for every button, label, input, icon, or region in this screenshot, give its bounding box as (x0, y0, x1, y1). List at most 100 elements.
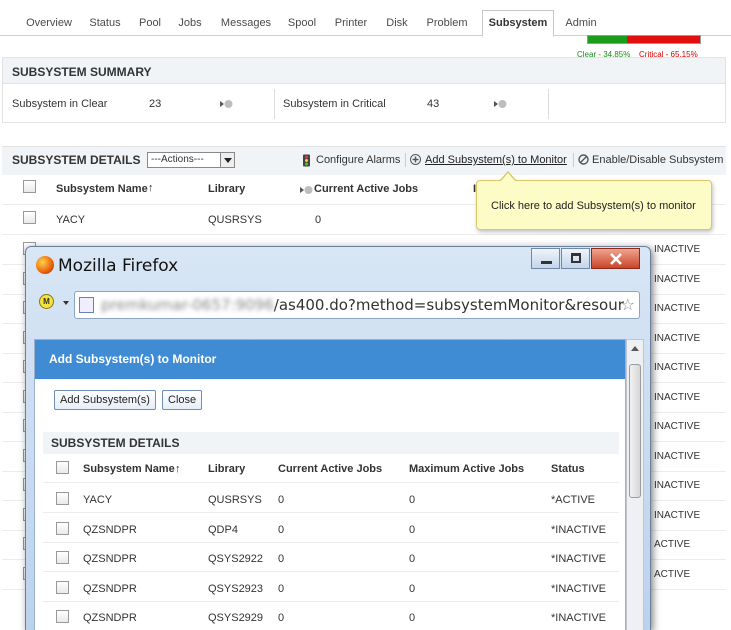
tab-disk[interactable]: Disk (383, 11, 411, 36)
select-all-checkbox[interactable] (23, 180, 36, 193)
row-checkbox[interactable] (56, 580, 69, 594)
tab-printer[interactable]: Printer (331, 11, 371, 36)
col-subsystem-name[interactable]: Subsystem Name (83, 463, 175, 475)
cell-status: INACTIVE (654, 391, 701, 403)
maximize-button[interactable] (561, 248, 590, 269)
table-row[interactable]: QZSNDPR QSYS2922 0 0 *INACTIVE (43, 543, 619, 572)
divider (548, 89, 549, 119)
critical-percent: Critical - 65.15% (639, 50, 698, 59)
enable-disable-link[interactable]: Enable/Disable Subsystem (592, 154, 723, 166)
firefox-logo (36, 256, 54, 274)
col-maximum-active-jobs[interactable]: Maximum Active Jobs (409, 463, 524, 475)
cell-status: INACTIVE (654, 450, 701, 462)
cell-current-jobs: 0 (315, 214, 322, 226)
details-title: SUBSYSTEM DETAILS (12, 153, 141, 167)
row-checkbox[interactable] (56, 492, 69, 505)
close-window-button[interactable] (591, 248, 640, 269)
cell-status: INACTIVE (654, 244, 701, 255)
cell-library: QUSRSYS (208, 214, 262, 226)
sort-asc-icon: ↑ (175, 463, 181, 475)
cell-name: QZSNDPR (83, 553, 137, 565)
add-subsystems-button[interactable]: Add Subsystem(s) (54, 390, 156, 410)
page-icon (79, 297, 94, 313)
col-current-active-jobs[interactable]: Current Active Jobs (278, 463, 382, 475)
table-row[interactable]: QZSNDPR QDP4 0 0 *INACTIVE (43, 514, 619, 543)
tab-messages[interactable]: Messages (218, 11, 274, 36)
tab-jobs[interactable]: Jobs (175, 11, 205, 36)
firefox-popup-window: Mozilla Firefox M premkumar-0657:9096/as… (25, 246, 651, 630)
row-checkbox[interactable] (23, 211, 36, 224)
drilldown-icon (300, 186, 313, 194)
cell-library: QUSRSYS (208, 494, 262, 506)
cell-status: *INACTIVE (551, 553, 607, 565)
actions-select-value: ---Actions--- (151, 154, 204, 165)
cell-status: *INACTIVE (551, 523, 607, 536)
tab-status[interactable]: Status (85, 11, 125, 36)
drilldown-icon[interactable] (219, 98, 233, 110)
cell-status: INACTIVE (654, 332, 701, 344)
clear-critical-bar (587, 35, 701, 44)
col-library[interactable]: Library (208, 463, 245, 475)
popup-content: Add Subsystem(s) to Monitor Add Subsyste… (34, 339, 626, 630)
cell-library: QDP4 (208, 523, 238, 536)
popup-table-header: Subsystem Name ↑ Library Current Active … (43, 454, 619, 483)
dropdown-arrow-icon[interactable] (63, 301, 69, 305)
cell-max-jobs: 0 (409, 553, 416, 565)
inner-details-title: SUBSYSTEM DETAILS (43, 432, 619, 454)
cell-name: YACY (83, 494, 113, 506)
cell-status: *INACTIVE (551, 612, 607, 624)
col-library[interactable]: Library (208, 183, 245, 195)
table-row[interactable]: QZSNDPR QSYS2929 0 0 *INACTIVE (43, 602, 619, 630)
row-checkbox[interactable] (56, 551, 69, 564)
add-subsystem-monitor-link[interactable]: Add Subsystem(s) to Monitor (425, 154, 567, 166)
tab-overview[interactable]: Overview (22, 11, 76, 36)
actions-select[interactable]: ---Actions--- (147, 152, 235, 168)
select-all-checkbox[interactable] (56, 461, 69, 474)
cell-status: INACTIVE (654, 421, 701, 432)
row-checkbox[interactable] (56, 610, 69, 623)
row-checkbox[interactable] (56, 521, 69, 535)
site-identity-icon[interactable]: M (39, 294, 54, 309)
tab-subsystem[interactable]: Subsystem (482, 10, 554, 37)
url-host: premkumar-0657:9096 (101, 296, 274, 314)
divider (274, 89, 275, 119)
disable-icon (578, 154, 589, 165)
cell-name: QZSNDPR (83, 612, 137, 624)
scroll-up-icon[interactable] (629, 342, 641, 356)
tab-problem[interactable]: Problem (423, 11, 471, 36)
popup-scrollbar[interactable] (626, 339, 644, 630)
table-row[interactable]: QZSNDPR QSYS2923 0 0 *INACTIVE (43, 573, 619, 602)
bookmark-star-icon[interactable]: ☆ (621, 295, 635, 315)
drilldown-icon[interactable] (493, 98, 507, 110)
scrollbar-thumb[interactable] (629, 364, 641, 498)
tab-pool[interactable]: Pool (135, 11, 165, 36)
subsystem-summary: SUBSYSTEM SUMMARY Subsystem in Clear 23 … (2, 57, 726, 123)
divider (573, 153, 574, 167)
cell-current-jobs: 0 (278, 582, 285, 595)
cell-name: QZSNDPR (83, 523, 137, 536)
divider (405, 153, 406, 167)
tab-admin[interactable]: Admin (563, 11, 599, 36)
alarm-icon (303, 154, 310, 167)
cell-status: INACTIVE (654, 362, 701, 373)
configure-alarms-link[interactable]: Configure Alarms (316, 154, 400, 166)
cell-max-jobs: 0 (409, 612, 416, 624)
window-title: Mozilla Firefox (58, 256, 179, 276)
cell-status: ACTIVE (654, 568, 691, 580)
minimize-button[interactable] (531, 248, 560, 269)
col-subsystem-name[interactable]: Subsystem Name (56, 183, 148, 195)
close-button[interactable]: Close (162, 390, 203, 410)
cell-name: QZSNDPR (83, 582, 137, 595)
col-status[interactable]: Status (551, 463, 585, 475)
table-row[interactable]: YACY QUSRSYS 0 0 *ACTIVE (43, 484, 619, 513)
clear-bar-fill (588, 36, 628, 43)
chevron-down-icon (220, 153, 234, 167)
tab-spool[interactable]: Spool (285, 11, 319, 36)
url-bar[interactable]: premkumar-0657:9096/as400.do?method=subs… (74, 291, 640, 319)
url-text: premkumar-0657:9096/as400.do?method=subs… (101, 296, 624, 314)
dialog-title: Add Subsystem(s) to Monitor (35, 340, 625, 379)
clear-value: 23 (149, 98, 162, 110)
col-current-active-jobs[interactable]: Current Active Jobs (314, 183, 418, 195)
sort-asc-icon: ↑ (148, 182, 154, 194)
cell-library: QSYS2922 (208, 553, 264, 565)
